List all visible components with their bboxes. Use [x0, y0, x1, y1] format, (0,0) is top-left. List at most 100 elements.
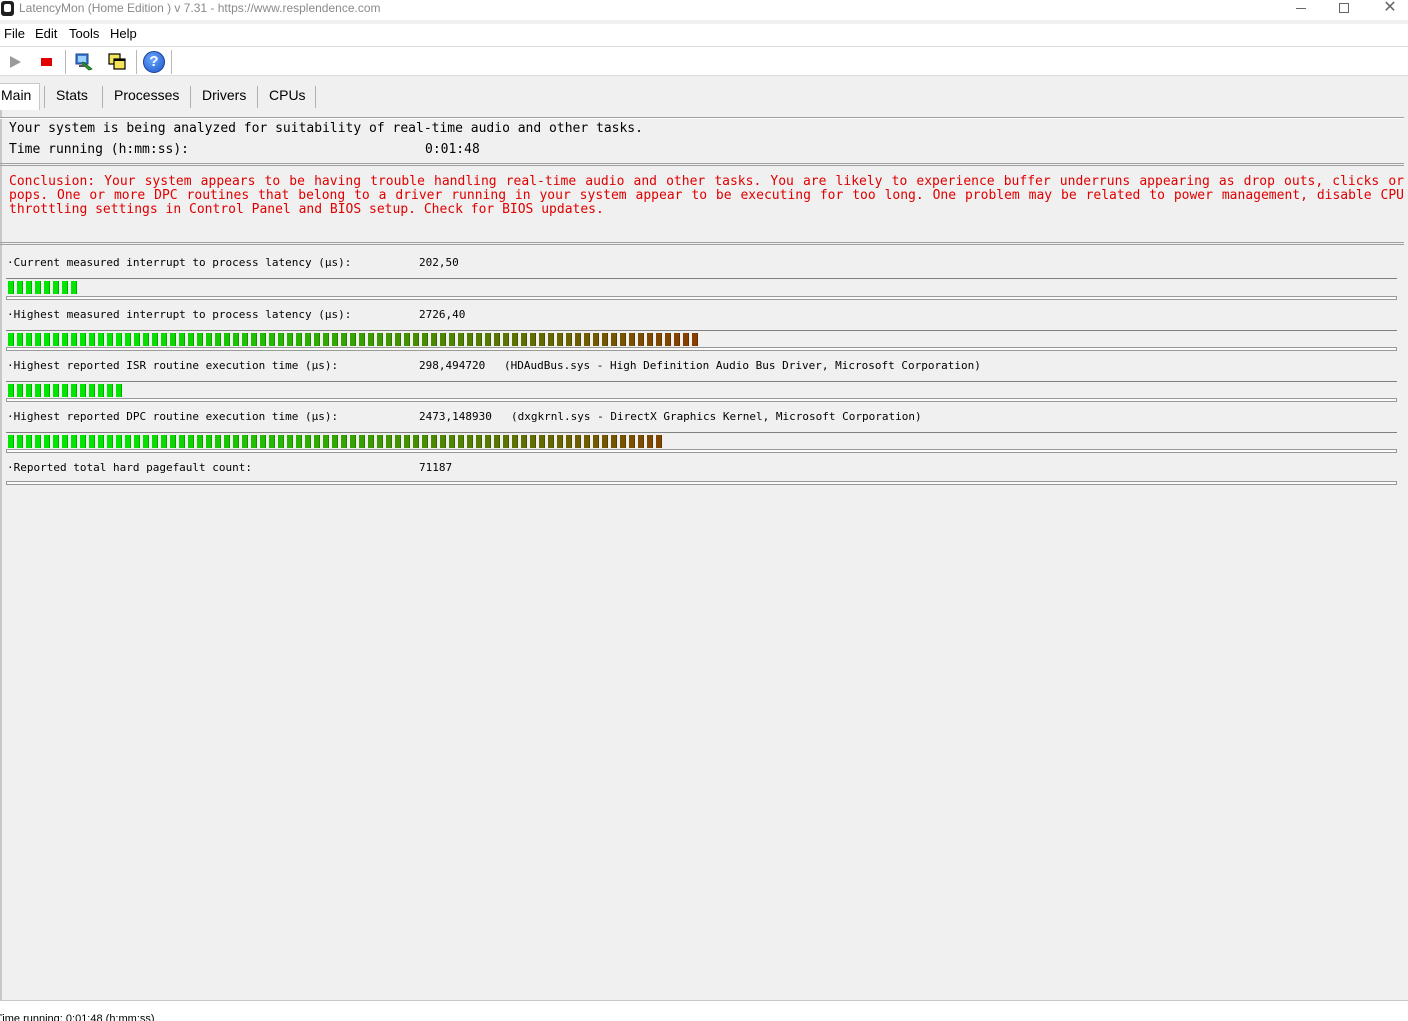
meter-segment: [413, 435, 419, 448]
pagefault-count-label: ·Reported total hard pagefault count:: [7, 461, 253, 474]
menu-file[interactable]: File: [4, 26, 25, 41]
meter-segment: [530, 333, 536, 346]
meter-segment: [179, 435, 185, 448]
meter-segment: [566, 333, 572, 346]
close-button[interactable]: ✕: [1367, 0, 1408, 20]
meter-track: [6, 481, 1397, 485]
meter-segment: [269, 333, 275, 346]
status-bar: Time running: 0:01:48 (h:mm:ss): [0, 1000, 1408, 1021]
tab-main[interactable]: Main: [0, 83, 40, 110]
meter-segment: [251, 435, 257, 448]
time-running-value: 0:01:48: [425, 142, 480, 157]
meter-segment: [602, 333, 608, 346]
meter-segment: [62, 435, 68, 448]
meter-segment: [17, 384, 23, 397]
maximize-icon: [1339, 3, 1349, 13]
meter-segment: [80, 435, 86, 448]
dpc-time-meter: [6, 432, 1397, 449]
meter-segment: [314, 435, 320, 448]
toolbar: ?: [0, 46, 1408, 76]
meter-segment: [647, 333, 653, 346]
meter-track: [6, 296, 1397, 300]
start-monitoring-button[interactable]: [4, 50, 28, 74]
meter-segment: [377, 333, 383, 346]
meter-segment: [638, 435, 644, 448]
tab-stats[interactable]: Stats: [56, 84, 88, 108]
help-button[interactable]: ?: [142, 50, 166, 74]
meter-segment: [143, 435, 149, 448]
windows-button[interactable]: [105, 50, 129, 74]
tab-cpus[interactable]: CPUs: [269, 84, 306, 108]
tab-drivers[interactable]: Drivers: [202, 84, 246, 108]
panel-divider: [0, 165, 1404, 166]
meter-segment: [566, 435, 572, 448]
meter-segment: [8, 281, 14, 294]
dpc-time-label: ·Highest reported DPC routine execution …: [7, 410, 339, 423]
status-time-running: Time running: 0:01:48 (h:mm:ss): [0, 1013, 155, 1021]
minimize-button[interactable]: [1278, 0, 1324, 20]
meter-segment: [26, 333, 32, 346]
panel-divider: [0, 118, 1404, 119]
close-icon: ✕: [1383, 0, 1397, 16]
pagefault-count-value: 71187: [419, 461, 453, 474]
meter-segment: [107, 435, 113, 448]
menu-tools[interactable]: Tools: [69, 26, 99, 41]
latencymon-window: LatencyMon (Home Edition ) v 7.31 - http…: [0, 0, 1408, 1021]
meter-segment: [107, 333, 113, 346]
meter-segment: [242, 435, 248, 448]
meter-segment: [629, 333, 635, 346]
meter-segment: [53, 435, 59, 448]
meter-segment: [323, 435, 329, 448]
meter-segment: [116, 384, 122, 397]
meter-segment: [656, 333, 662, 346]
panel-divider: [0, 242, 1404, 243]
meter-segment: [251, 333, 257, 346]
meter-segment: [404, 333, 410, 346]
isr-time-label: ·Highest reported ISR routine execution …: [7, 359, 339, 372]
tab-separator: [102, 86, 103, 108]
meter-segment: [494, 333, 500, 346]
meter-segment: [557, 435, 563, 448]
meter-segment: [17, 281, 23, 294]
meter-segment: [35, 281, 41, 294]
meter-segment: [593, 435, 599, 448]
meter-segment: [233, 333, 239, 346]
meter-segment: [386, 333, 392, 346]
meter-segment: [521, 435, 527, 448]
meter-segment: [44, 435, 50, 448]
meter-segment: [431, 435, 437, 448]
stop-monitoring-button[interactable]: [36, 50, 60, 74]
menu-bar: File Edit Tools Help: [0, 24, 1408, 46]
meter-segment: [440, 435, 446, 448]
monitor-button[interactable]: [72, 50, 96, 74]
meter-segment: [215, 333, 221, 346]
meter-segment: [278, 333, 284, 346]
meter-segment: [503, 333, 509, 346]
meter-segment: [323, 333, 329, 346]
meter-segment: [260, 435, 266, 448]
monitor-icon: [75, 53, 93, 71]
tab-processes[interactable]: Processes: [114, 84, 179, 108]
panel-divider: [0, 163, 1404, 164]
meter-segment: [44, 333, 50, 346]
meter-segment: [350, 435, 356, 448]
meter-segment: [35, 384, 41, 397]
meter-segment: [449, 333, 455, 346]
meter-segment: [170, 333, 176, 346]
play-icon: [10, 56, 21, 68]
highest-latency-meter: [6, 330, 1397, 347]
dpc-driver-info: (dxgkrnl.sys - DirectX Graphics Kernel, …: [511, 410, 922, 423]
meter-segment: [575, 333, 581, 346]
meter-segment: [512, 333, 518, 346]
meter-segment: [188, 435, 194, 448]
tab-separator: [315, 86, 316, 108]
menu-edit[interactable]: Edit: [35, 26, 57, 41]
highest-latency-label: ·Highest measured interrupt to process l…: [7, 308, 352, 321]
meter-segment: [53, 281, 59, 294]
highest-latency-value: 2726,40: [419, 308, 466, 321]
meter-segment: [161, 333, 167, 346]
meter-segment: [206, 435, 212, 448]
maximize-button[interactable]: [1322, 0, 1368, 20]
menu-help[interactable]: Help: [110, 26, 137, 41]
windows-icon: [108, 53, 126, 70]
